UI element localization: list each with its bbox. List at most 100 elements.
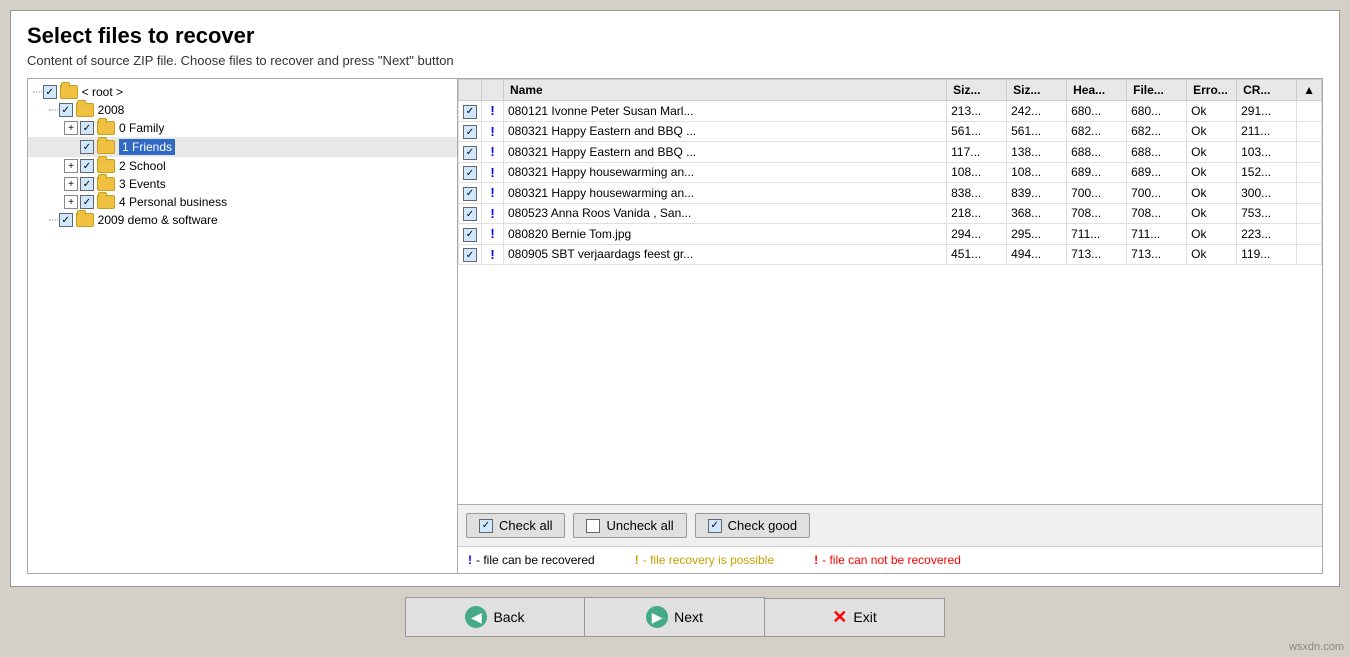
- file-row-checkbox[interactable]: [463, 166, 477, 180]
- table-row[interactable]: ! 080321 Happy Eastern and BBQ ... 561..…: [459, 121, 1322, 142]
- file-hea: 713...: [1067, 244, 1127, 265]
- tree-checkbox-root[interactable]: [43, 85, 57, 99]
- file-siz2: 295...: [1007, 224, 1067, 245]
- col-erro: Erro...: [1187, 80, 1237, 101]
- table-row[interactable]: ! 080121 Ivonne Peter Susan Marl... 213.…: [459, 101, 1322, 122]
- col-file: File...: [1127, 80, 1187, 101]
- page-subtitle: Content of source ZIP file. Choose files…: [27, 53, 1323, 68]
- col-warn: [482, 80, 504, 101]
- file-file: 689...: [1127, 162, 1187, 183]
- check-good-button[interactable]: ✓ Check good: [695, 513, 810, 538]
- tree-label-root: < root >: [82, 85, 123, 99]
- tree-item-3events[interactable]: + 3 Events: [28, 175, 457, 193]
- legend-yellow-text: - file recovery is possible: [643, 553, 774, 567]
- file-name: 080321 Happy Eastern and BBQ ...: [504, 142, 947, 163]
- tree-item-0family[interactable]: + 0 Family: [28, 119, 457, 137]
- file-erro: Ok: [1187, 244, 1237, 265]
- tree-checkbox-1friends[interactable]: [80, 140, 94, 154]
- table-row[interactable]: ! 080523 Anna Roos Vanida , San... 218..…: [459, 203, 1322, 224]
- file-siz2: 368...: [1007, 203, 1067, 224]
- tree-expander-0family[interactable]: +: [64, 121, 78, 135]
- file-hea: 708...: [1067, 203, 1127, 224]
- tree-item-root[interactable]: -··· < root >: [28, 83, 457, 101]
- tree-checkbox-2009[interactable]: [59, 213, 73, 227]
- file-siz2: 839...: [1007, 183, 1067, 204]
- folder-icon: [97, 177, 115, 191]
- exit-button[interactable]: ✕ Exit: [765, 598, 945, 637]
- col-cr: CR...: [1237, 80, 1297, 101]
- file-scroll-cell: [1297, 101, 1322, 122]
- file-erro: Ok: [1187, 121, 1237, 142]
- tree-connector: -···: [32, 86, 43, 98]
- tree-checkbox-2008[interactable]: [59, 103, 73, 117]
- tree-item-2school[interactable]: + 2 School: [28, 157, 457, 175]
- warning-icon: !: [490, 165, 494, 180]
- tree-label-3events: 3 Events: [119, 177, 166, 191]
- table-row[interactable]: ! 080905 SBT verjaardags feest gr... 451…: [459, 244, 1322, 265]
- tree-checkbox-2school[interactable]: [80, 159, 94, 173]
- tree-label-4personal: 4 Personal business: [119, 195, 227, 209]
- table-row[interactable]: ! 080321 Happy housewarming an... 838...…: [459, 183, 1322, 204]
- file-name: 080121 Ivonne Peter Susan Marl...: [504, 101, 947, 122]
- file-row-checkbox[interactable]: [463, 187, 477, 201]
- check-all-label: Check all: [499, 518, 552, 533]
- file-file: 682...: [1127, 121, 1187, 142]
- file-siz1: 213...: [947, 101, 1007, 122]
- tree-item-2008[interactable]: -··· 2008: [28, 101, 457, 119]
- tree-checkbox-3events[interactable]: [80, 177, 94, 191]
- legend-red-text: - file can not be recovered: [822, 553, 961, 567]
- check-good-label: Check good: [728, 518, 797, 533]
- file-scroll-cell: [1297, 244, 1322, 265]
- tree-item-2009[interactable]: -··· 2009 demo & software: [28, 211, 457, 229]
- file-erro: Ok: [1187, 183, 1237, 204]
- tree-checkbox-0family[interactable]: [80, 121, 94, 135]
- tree-connector: -···: [48, 104, 59, 116]
- file-cr: 223...: [1237, 224, 1297, 245]
- warning-icon: !: [490, 247, 494, 262]
- next-button[interactable]: ▶ Next: [585, 597, 765, 637]
- file-siz1: 838...: [947, 183, 1007, 204]
- nav-bar: ◀ Back ▶ Next ✕ Exit: [10, 587, 1340, 647]
- tree-label-2009: 2009 demo & software: [98, 213, 218, 227]
- file-panel-bottom: ✓ Check all Uncheck all ✓ Check good: [458, 504, 1322, 573]
- uncheck-all-button[interactable]: Uncheck all: [573, 513, 686, 538]
- file-name: 080321 Happy housewarming an...: [504, 183, 947, 204]
- file-file: 680...: [1127, 101, 1187, 122]
- file-row-checkbox[interactable]: [463, 228, 477, 242]
- file-siz1: 218...: [947, 203, 1007, 224]
- file-row-checkbox[interactable]: [463, 207, 477, 221]
- tree-expander-3events[interactable]: +: [64, 177, 78, 191]
- file-row-checkbox[interactable]: [463, 146, 477, 160]
- check-good-icon: ✓: [708, 519, 722, 533]
- table-row[interactable]: ! 080321 Happy housewarming an... 108...…: [459, 162, 1322, 183]
- tree-expander-2school[interactable]: +: [64, 159, 78, 173]
- tree-checkbox-4personal[interactable]: [80, 195, 94, 209]
- file-scroll-cell: [1297, 224, 1322, 245]
- file-name: 080820 Bernie Tom.jpg: [504, 224, 947, 245]
- folder-icon: [97, 195, 115, 209]
- file-siz2: 242...: [1007, 101, 1067, 122]
- file-cr: 119...: [1237, 244, 1297, 265]
- tree-item-1friends[interactable]: 1 Friends: [28, 137, 457, 157]
- check-all-button[interactable]: ✓ Check all: [466, 513, 565, 538]
- table-row[interactable]: ! 080820 Bernie Tom.jpg 294... 295... 71…: [459, 224, 1322, 245]
- file-row-checkbox[interactable]: [463, 105, 477, 119]
- file-siz2: 494...: [1007, 244, 1067, 265]
- warning-icon: !: [490, 185, 494, 200]
- tree-label-1friends: 1 Friends: [119, 139, 175, 155]
- tree-item-4personal[interactable]: + 4 Personal business: [28, 193, 457, 211]
- file-file: 688...: [1127, 142, 1187, 163]
- file-row-checkbox[interactable]: [463, 125, 477, 139]
- watermark: wsxdn.com: [1289, 641, 1344, 653]
- table-row[interactable]: ! 080321 Happy Eastern and BBQ ... 117..…: [459, 142, 1322, 163]
- file-erro: Ok: [1187, 142, 1237, 163]
- back-button[interactable]: ◀ Back: [405, 597, 585, 637]
- file-erro: Ok: [1187, 162, 1237, 183]
- file-hea: 680...: [1067, 101, 1127, 122]
- file-siz2: 561...: [1007, 121, 1067, 142]
- file-scroll-cell: [1297, 203, 1322, 224]
- col-name: Name: [504, 80, 947, 101]
- tree-label-2008: 2008: [98, 103, 125, 117]
- tree-expander-4personal[interactable]: +: [64, 195, 78, 209]
- file-row-checkbox[interactable]: [463, 248, 477, 262]
